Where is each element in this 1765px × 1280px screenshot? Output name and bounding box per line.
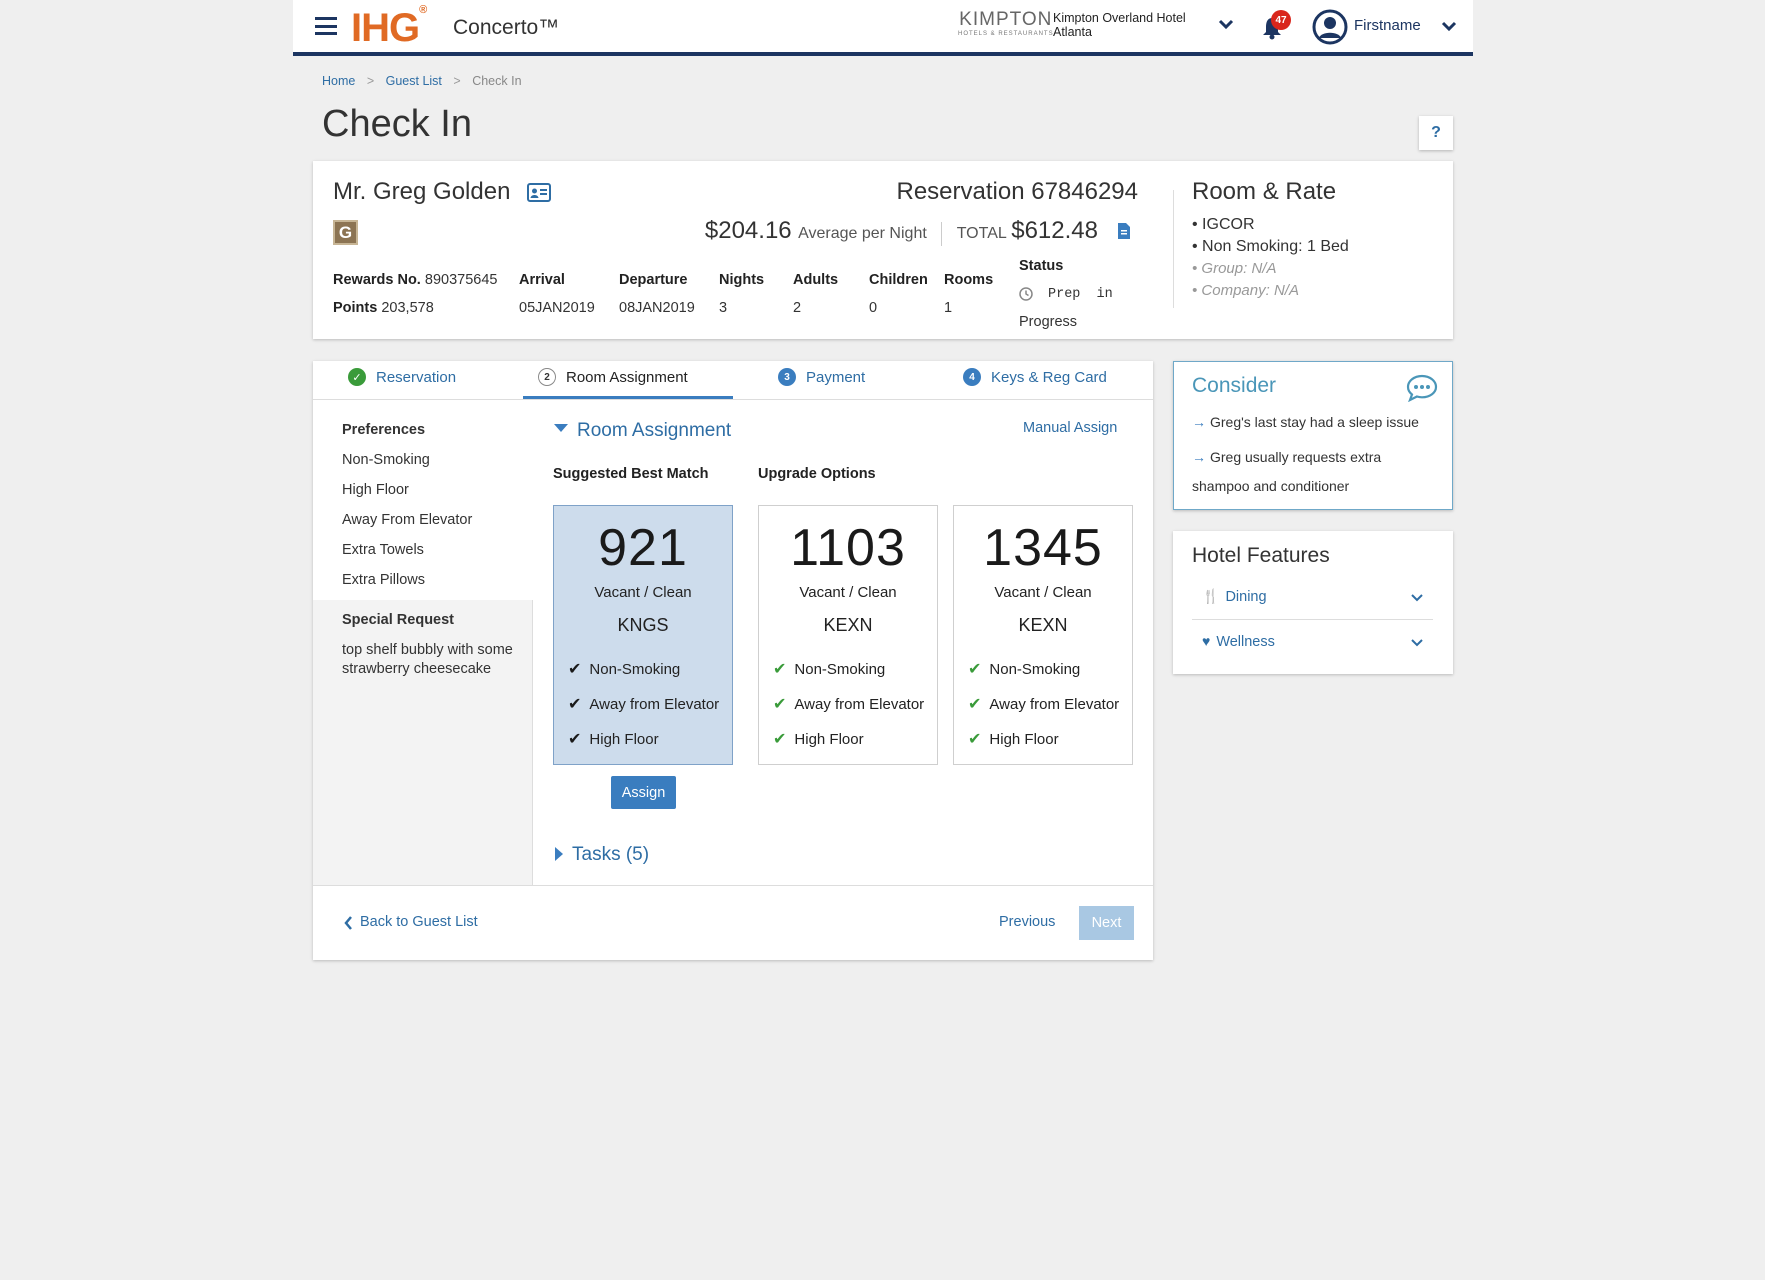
tab-reservation[interactable]: ✓ Reservation [348, 368, 456, 386]
folio-document-icon[interactable] [1117, 222, 1131, 240]
room-card-1103[interactable]: 1103 Vacant / Clean KEXN ✔ Non-Smoking ✔ A… [758, 505, 938, 765]
tab-room-assignment[interactable]: 2 Room Assignment [538, 368, 688, 386]
departure-value: 08JAN2019 [619, 300, 695, 316]
breadcrumb-guest-list[interactable]: Guest List [386, 74, 442, 88]
assign-button[interactable]: Assign [611, 776, 676, 809]
utensils-icon: 🍴 [1202, 588, 1220, 604]
feature-item-dining[interactable]: 🍴 Dining [1192, 588, 1433, 620]
breadcrumb: Home > Guest List > Check In [322, 74, 522, 88]
checkmark-icon: ✔ [773, 696, 787, 713]
chevron-down-icon [1411, 639, 1423, 647]
check-circle-icon: ✓ [348, 368, 366, 386]
avatar-icon[interactable] [1312, 9, 1348, 45]
checkmark-icon: ✔ [968, 696, 982, 713]
children-label: Children [869, 272, 928, 288]
tasks-toggle[interactable]: Tasks (5) [572, 844, 649, 866]
consider-item: → Greg's last stay had a sleep issue [1192, 414, 1419, 430]
status-value-line2: Progress [1019, 314, 1078, 330]
preference-item: Extra Pillows [342, 572, 425, 588]
loyalty-badge-icon: G [333, 220, 358, 245]
preference-item: Extra Towels [342, 542, 424, 558]
rewards-number: Rewards No. 890375645 [333, 272, 498, 288]
collapse-triangle-icon[interactable] [553, 423, 569, 433]
special-request-text: top shelf bubbly with some strawberry ch… [342, 642, 513, 677]
children-value: 0 [869, 300, 878, 316]
hotel-features-title: Hotel Features [1192, 544, 1330, 567]
tab-payment[interactable]: 3 Payment [778, 368, 865, 386]
departure-label: Departure [619, 272, 688, 288]
notification-badge: 47 [1271, 10, 1291, 30]
help-button[interactable]: ? [1419, 116, 1453, 150]
checkmark-icon: ✔ [773, 661, 787, 678]
chevron-left-icon[interactable] [344, 916, 353, 930]
breadcrumb-current: Check In [472, 74, 522, 88]
username[interactable]: Firstname [1354, 17, 1421, 34]
breadcrumb-home[interactable]: Home [322, 74, 355, 88]
ihg-logo: IHG® [351, 4, 427, 50]
adults-label: Adults [793, 272, 839, 288]
consider-item: → Greg usually requests extra shampoo and… [1192, 449, 1382, 494]
rate-summary: $204.16 Average per Night TOTAL $612.48 [704, 217, 1098, 246]
checkmark-icon: ✔ [968, 661, 982, 678]
next-button[interactable]: Next [1079, 906, 1134, 940]
top-navigation-bar: IHG® Concerto™ KIMPTON HOTELS & RESTAURA… [293, 0, 1473, 56]
nights-value: 3 [719, 300, 728, 316]
hamburger-menu-icon[interactable] [315, 17, 337, 35]
hotel-chevron-down-icon[interactable] [1218, 19, 1234, 31]
adults-value: 2 [793, 300, 802, 316]
hotel-name[interactable]: Kimpton Overland Hotel Atlanta [1053, 11, 1186, 39]
points: Points 203,578 [333, 300, 434, 316]
preference-item: Away From Elevator [342, 512, 473, 528]
arrival-label: Arrival [519, 272, 565, 288]
chat-bubble-icon [1406, 374, 1438, 402]
guest-name: Mr. Greg Golden [333, 178, 511, 205]
nights-label: Nights [719, 272, 765, 288]
manual-assign-link[interactable]: Manual Assign [1023, 420, 1117, 436]
divider [1173, 190, 1174, 308]
checkmark-icon: ✔ [773, 731, 787, 748]
room-assignment-title[interactable]: Room Assignment [577, 420, 731, 442]
room-card-921[interactable]: 921 Vacant / Clean KNGS ✔ Non-Smoking ✔ Aw… [553, 505, 733, 765]
room-rate-list: • IGCOR • Non Smoking: 1 Bed • Group: N/… [1192, 216, 1349, 299]
checkmark-icon: ✔ [568, 731, 582, 748]
heartbeat-icon: ♥ [1202, 633, 1211, 649]
checkmark-icon: ✔ [968, 731, 982, 748]
tab-keys-reg-card[interactable]: 4 Keys & Reg Card [963, 368, 1107, 386]
suggested-best-match-label: Suggested Best Match [553, 466, 709, 482]
room-card-1345[interactable]: 1345 Vacant / Clean KEXN ✔ Non-Smoking ✔ A… [953, 505, 1133, 765]
arrow-right-icon: → [1192, 414, 1206, 430]
panel-footer-divider [313, 885, 1153, 886]
rooms-label: Rooms [944, 272, 994, 288]
back-to-guest-list-link[interactable]: Back to Guest List [360, 914, 478, 930]
status-label: Status [1019, 258, 1064, 274]
clock-icon [1019, 287, 1033, 301]
status-value-line1: Prep in [1048, 287, 1113, 302]
page-title: Check In [322, 103, 472, 145]
feature-item-wellness[interactable]: ♥ Wellness [1192, 633, 1433, 663]
previous-button[interactable]: Previous [999, 914, 1055, 930]
checkmark-icon: ✔ [568, 696, 582, 713]
consider-title: Consider [1192, 374, 1277, 397]
checkmark-icon: ✔ [568, 661, 582, 678]
profile-card-icon[interactable] [527, 183, 551, 202]
kimpton-logo: KIMPTON HOTELS & RESTAURANTS [958, 9, 1054, 37]
special-request-title: Special Request [342, 612, 455, 628]
chevron-down-icon [1411, 594, 1423, 602]
preferences-title: Preferences [342, 422, 426, 438]
rooms-value: 1 [944, 300, 953, 316]
preference-item: Non-Smoking [342, 452, 430, 468]
upgrade-options-label: Upgrade Options [758, 466, 876, 482]
arrival-value: 05JAN2019 [519, 300, 595, 316]
reservation-number: Reservation 67846294 [896, 178, 1138, 205]
expand-triangle-icon[interactable] [554, 846, 564, 862]
arrow-right-icon: → [1192, 449, 1206, 465]
product-name: Concerto™ [453, 16, 560, 39]
user-chevron-down-icon[interactable] [1441, 21, 1457, 33]
room-rate-title: Room & Rate [1192, 178, 1337, 205]
preference-item: High Floor [342, 482, 409, 498]
